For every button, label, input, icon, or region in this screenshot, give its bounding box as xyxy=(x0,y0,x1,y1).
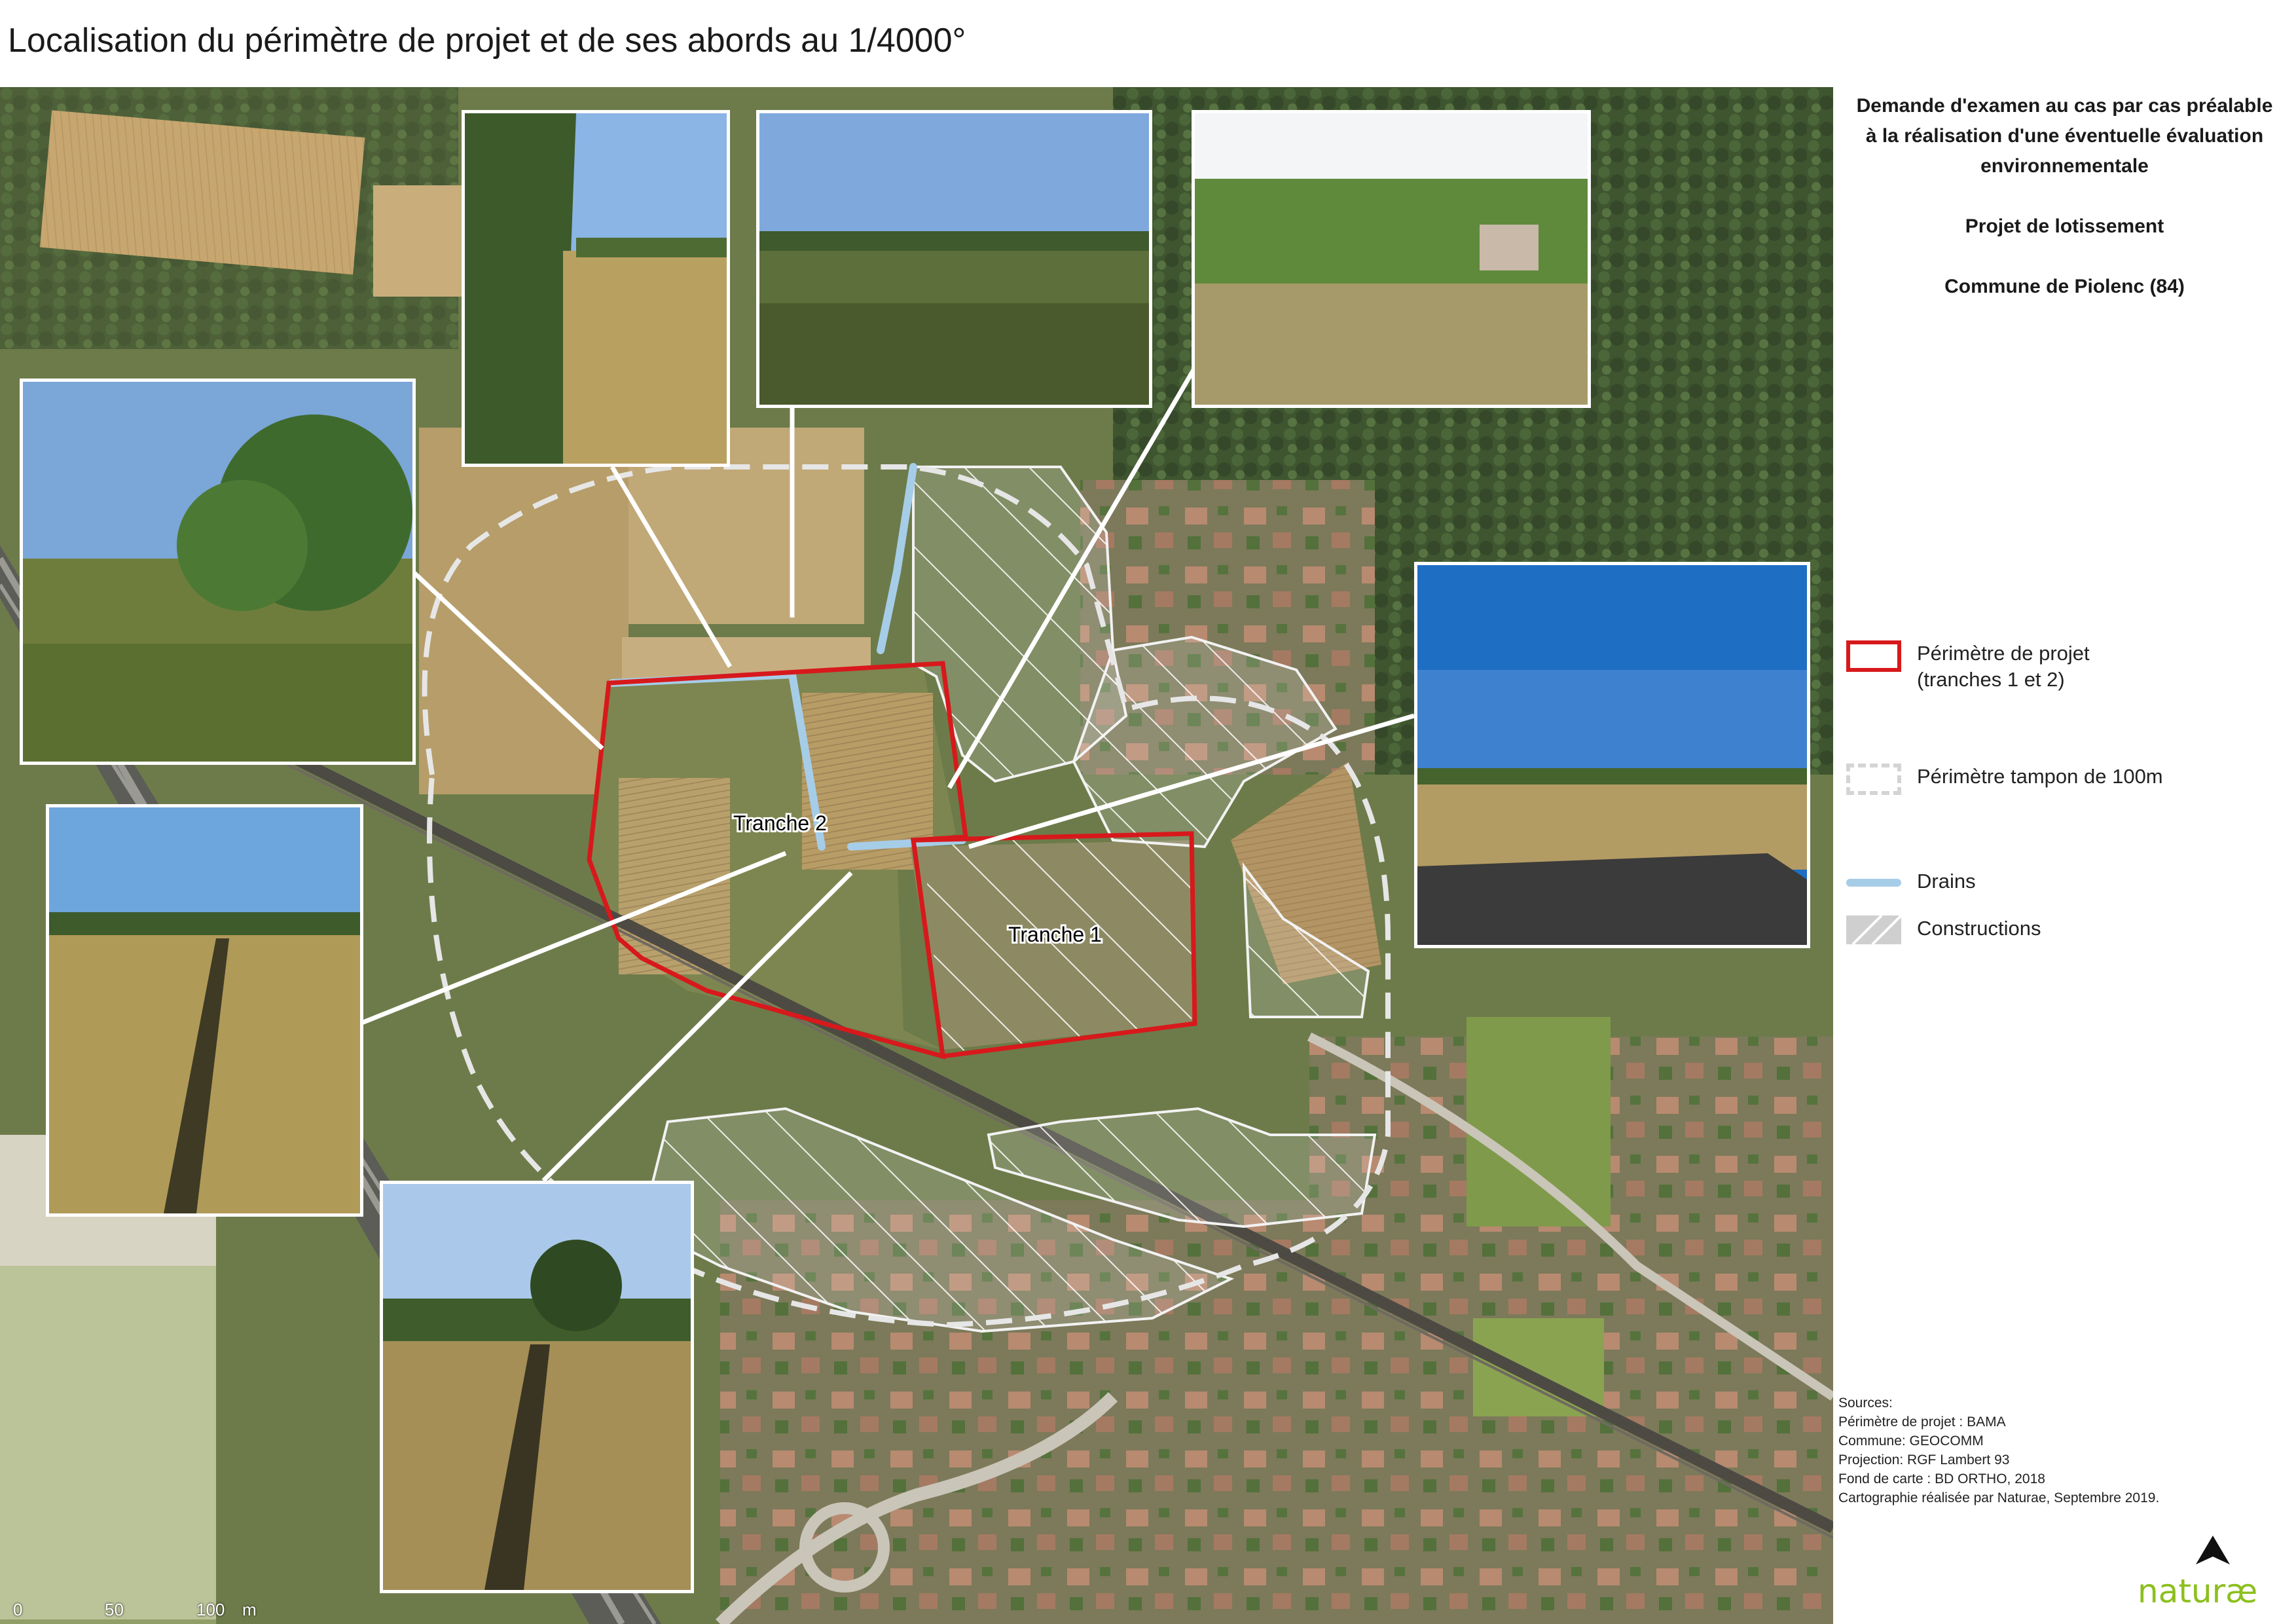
request-line-3: environnementale xyxy=(1980,155,2149,177)
sources-block: Sources: Périmètre de projet : BAMA Comm… xyxy=(1838,1393,2159,1507)
commune-name: Commune de Piolenc (84) xyxy=(1944,276,2185,297)
request-line-2: à la réalisation d'une éventuelle évalua… xyxy=(1865,125,2264,147)
side-panel: Demande d'examen au cas par cas préalabl… xyxy=(1833,87,2296,1624)
scale-label-50: 50 xyxy=(105,1600,124,1619)
site-photo-6[interactable] xyxy=(46,804,363,1217)
site-photo-4[interactable] xyxy=(1192,110,1591,408)
project-name: Projet de lotissement xyxy=(1965,215,2164,237)
legend-item-buffer: Périmètre tampon de 100m xyxy=(1846,764,2163,795)
request-header: Demande d'examen au cas par cas préalabl… xyxy=(1833,87,2296,302)
scale-unit: m xyxy=(242,1600,257,1619)
site-photo-5[interactable] xyxy=(1414,562,1810,948)
site-photo-2[interactable] xyxy=(462,110,730,467)
north-arrow-icon xyxy=(2196,1536,2230,1564)
tranche-1-label: Tranche 1 xyxy=(1008,923,1102,946)
logo-text: naturæ xyxy=(2138,1572,2258,1610)
legend-swatch-dashed xyxy=(1846,764,1901,795)
legend-item-constructions: Constructions xyxy=(1846,915,2041,944)
legend-swatch-red xyxy=(1846,640,1901,672)
legend-swatch-blue-line xyxy=(1846,879,1901,887)
naturae-logo: naturæ xyxy=(2138,1534,2269,1610)
source-line: Fond de carte : BD ORTHO, 2018 xyxy=(1838,1471,2045,1486)
source-line: Projection: RGF Lambert 93 xyxy=(1838,1452,2010,1467)
request-line-1: Demande d'examen au cas par cas préalabl… xyxy=(1856,95,2273,117)
legend-label: Constructions xyxy=(1917,917,2041,940)
site-photo-7[interactable] xyxy=(380,1181,694,1593)
scale-bar: 0 50 100 m xyxy=(13,1600,257,1624)
sources-heading: Sources: xyxy=(1838,1395,1893,1411)
source-line: Cartographie réalisée par Naturae, Septe… xyxy=(1838,1490,2160,1505)
map-title: Localisation du périmètre de projet et d… xyxy=(8,22,966,60)
aerial-map[interactable]: Tranche 2 Tranche 1 0 50 100 m xyxy=(0,87,1833,1624)
legend-label: Périmètre de projet xyxy=(1917,642,2090,665)
tranche-2-label: Tranche 2 xyxy=(733,811,827,835)
source-line: Commune: GEOCOMM xyxy=(1838,1433,1984,1449)
site-photo-3[interactable] xyxy=(756,110,1152,408)
legend-swatch-hatched xyxy=(1846,915,1901,944)
legend-label: Drains xyxy=(1917,870,1976,893)
scale-label-100: 100 xyxy=(196,1600,225,1619)
legend-label: Périmètre tampon de 100m xyxy=(1917,765,2163,788)
legend-item-project-perimeter: Périmètre de projet (tranches 1 et 2) xyxy=(1846,640,2090,693)
legend-item-drains: Drains xyxy=(1846,868,1976,895)
scale-label-0: 0 xyxy=(13,1600,23,1619)
source-line: Périmètre de projet : BAMA xyxy=(1838,1414,2006,1430)
legend-sublabel: (tranches 1 et 2) xyxy=(1917,668,2065,691)
site-photo-1[interactable] xyxy=(20,378,416,765)
